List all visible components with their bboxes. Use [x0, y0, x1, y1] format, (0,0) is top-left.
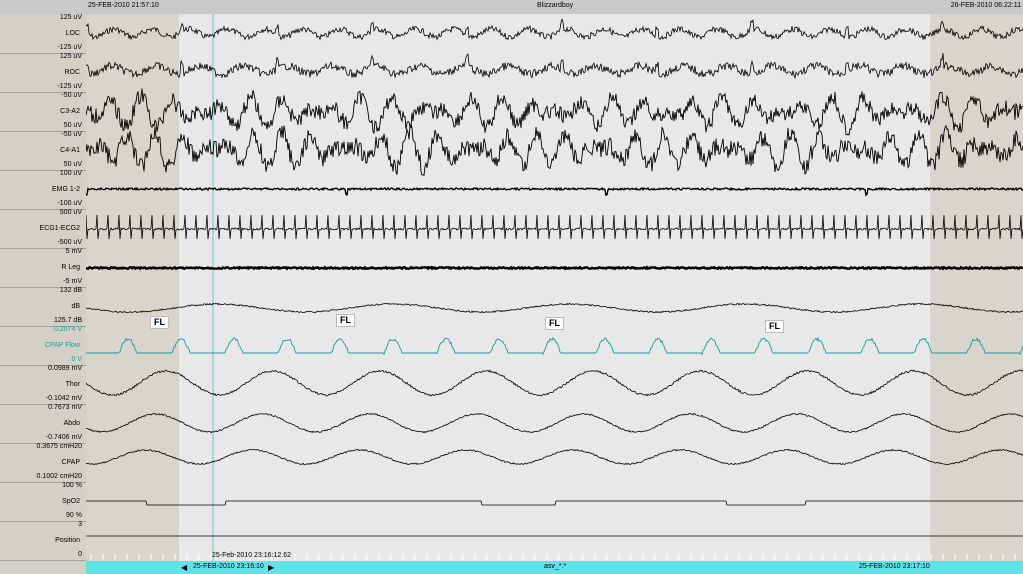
- channel-label: ROC: [64, 68, 80, 76]
- channel-scale-top: 125 uV: [59, 14, 82, 21]
- recording-end-time: 26-FEB-2010 06:22:11: [950, 2, 1021, 9]
- next-page-button[interactable]: ▶: [268, 561, 274, 574]
- channel-label: EMG 1-2: [51, 185, 80, 193]
- channel-scale-top: 132 dB: [59, 287, 82, 294]
- flow-limitation-marker[interactable]: FL: [150, 316, 169, 329]
- channel-label: dB: [71, 302, 80, 310]
- channel-scale-top: -50 uV: [61, 131, 82, 138]
- top-time-bar: 25-FEB-2010 21:57:10 Blizzardboy 26-FEB-…: [0, 0, 1023, 15]
- channel-scale-bottom: 0 V: [71, 356, 82, 363]
- channel-scale-bottom: -500 uV: [57, 239, 82, 246]
- polysomnography-traces[interactable]: [86, 14, 1023, 561]
- channel-label: C3-A2: [60, 107, 80, 115]
- channel-label: C4-A1: [60, 146, 80, 154]
- channel-label: Position: [55, 536, 80, 544]
- channel-label: R Leg: [61, 263, 80, 271]
- channel-scale-top: 0.3675 cmH20: [36, 443, 82, 450]
- bottom-left-blank: [0, 561, 86, 574]
- channel-scale-bottom: 50 uV: [63, 161, 82, 168]
- epoch-shaded-left: [86, 14, 179, 561]
- window-end-time: 25-FEB-2010 23:17:10: [859, 563, 930, 570]
- r-leg-trace: [86, 265, 1023, 271]
- channel-scale-top: 0.7673 mV: [48, 404, 82, 411]
- cursor-time-label: 25-Feb-2010 23:16:12.62: [212, 552, 292, 559]
- patient-title: Blizzardboy: [537, 2, 574, 9]
- timeline-center-label: asv_*.*: [544, 563, 567, 570]
- prev-page-button[interactable]: ◀: [181, 561, 187, 574]
- channel-scale-bottom: 0.1002 cmH20: [36, 473, 82, 480]
- flow-limitation-marker[interactable]: FL: [765, 320, 784, 333]
- channel-scale-top: 100 uV: [59, 170, 82, 177]
- channel-scale-bottom: -0.1042 mV: [45, 395, 82, 402]
- channel-label: ECG1-ECG2: [39, 224, 80, 232]
- channel-scale-bottom: -100 uV: [57, 200, 82, 207]
- channel-scale-top: 0.2074 V: [53, 326, 82, 333]
- channel-label: CPAP Flow: [44, 341, 80, 349]
- channel-scale-top: 3: [78, 521, 82, 528]
- channel-scale-bottom: -5 mV: [63, 278, 82, 285]
- channel-scale-bottom: 0: [78, 551, 82, 558]
- channel-scale-top: 125 uV: [59, 53, 82, 60]
- flow-limitation-marker[interactable]: FL: [545, 317, 564, 330]
- channel-separator: [0, 521, 86, 522]
- channel-scale-top: -50 uV: [61, 92, 82, 99]
- channel-label: Thor: [65, 380, 80, 388]
- channel-scale-top: 5 mV: [65, 248, 82, 255]
- channel-label: LOC: [65, 29, 80, 37]
- channel-scale-top: 0.0989 mV: [48, 365, 82, 372]
- channel-scale-bottom: -125 uV: [57, 83, 82, 90]
- channel-label-panel: 125 uV LOC -125 uV 125 uV ROC -125 uV -50 uV C3…: [0, 14, 87, 561]
- window-start-time: 25-FEB-2010 23:16:10: [193, 563, 264, 570]
- flow-limitation-marker[interactable]: FL: [336, 314, 355, 327]
- epoch-selected-region: [86, 14, 1023, 561]
- channel-scale-top: 100 %: [62, 482, 82, 489]
- channel-scale-bottom: -125 uV: [57, 44, 82, 51]
- channel-scale-bottom: -0.7406 mV: [45, 434, 82, 441]
- timeline-bar[interactable]: 25-FEB-2010 23:16:10 asv_*.* 25-FEB-2010…: [86, 561, 1023, 574]
- channel-scale-bottom: 90 %: [66, 512, 82, 519]
- channel-label: Abdo: [63, 419, 80, 427]
- channel-scale-top: 500 uV: [59, 209, 82, 216]
- recording-start-time: 25-FEB-2010 21:57:10: [88, 2, 159, 9]
- channel-label: SpO2: [62, 497, 80, 505]
- channel-scale-bottom: 50 uV: [63, 122, 82, 129]
- channel-scale-bottom: 125.7 dB: [53, 317, 82, 324]
- channel-label: CPAP: [61, 458, 80, 466]
- epoch-shaded-right: [930, 14, 1023, 561]
